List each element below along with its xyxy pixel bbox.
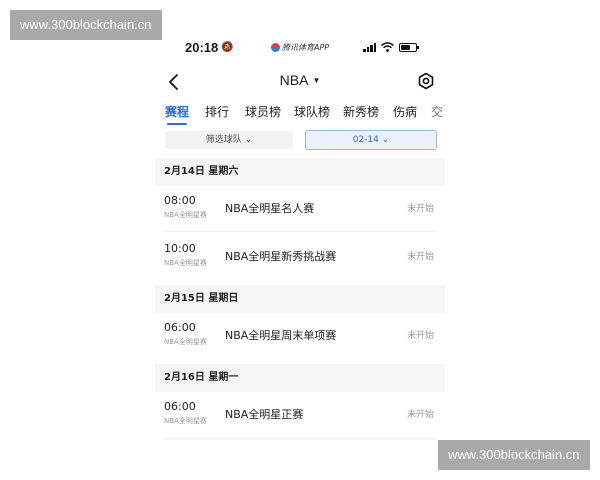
row-divider xyxy=(164,437,436,440)
league-selector[interactable]: NBA ▼ xyxy=(155,72,445,88)
tab-rankings[interactable]: 排行 xyxy=(205,103,229,120)
battery-icon xyxy=(399,43,419,52)
game-time: 06:00 xyxy=(164,321,196,334)
chevron-down-icon: ⌄ xyxy=(244,135,253,145)
nav-bar: NBA ▼ xyxy=(155,68,445,96)
tab-injuries[interactable]: 伤病 xyxy=(393,103,417,120)
game-category: NBA全明星赛 xyxy=(164,211,207,219)
date-header: 2月15日 星期日 xyxy=(155,285,445,313)
team-filter-label: 筛选球队 xyxy=(205,135,242,145)
status-app: 腾讯体育APP xyxy=(271,42,329,53)
bell-muted-icon: 🔕 xyxy=(221,42,234,53)
game-name: NBA全明星周末单项赛 xyxy=(225,329,337,342)
tab-team-stats[interactable]: 球队榜 xyxy=(294,103,330,120)
watermark-bottom: www.300blockchain.cn xyxy=(438,440,590,470)
date-header: 2月14日 星期六 xyxy=(155,158,445,186)
phone-screen: 20:18 🔕 腾讯体育APP NBA ▼ 赛程 排行 球员榜 球队榜 新秀榜 … xyxy=(155,0,445,480)
game-status: 未开始 xyxy=(407,331,435,341)
tab-rookie-stats[interactable]: 新秀榜 xyxy=(343,103,379,120)
tab-player-stats[interactable]: 球员榜 xyxy=(245,103,281,120)
game-category: NBA全明星赛 xyxy=(164,259,207,267)
game-category: NBA全明星赛 xyxy=(164,338,207,346)
game-row[interactable]: 08:00 NBA全明星赛 NBA全明星名人赛 未开始 xyxy=(155,186,445,230)
game-name: NBA全明星正赛 xyxy=(225,408,304,421)
status-bar: 20:18 🔕 腾讯体育APP xyxy=(155,38,445,60)
game-name: NBA全明星新秀挑战赛 xyxy=(225,250,337,263)
status-time: 20:18 xyxy=(185,40,219,55)
game-status: 未开始 xyxy=(407,204,435,214)
page-title: NBA xyxy=(279,72,309,88)
wifi-icon xyxy=(381,42,394,52)
game-time: 06:00 xyxy=(164,400,196,413)
date-header: 2月16日 星期一 xyxy=(155,364,445,392)
game-category: NBA全明星赛 xyxy=(164,417,207,425)
signal-icon xyxy=(363,43,376,52)
row-divider xyxy=(164,231,436,232)
active-tab-indicator xyxy=(167,123,187,125)
game-status: 未开始 xyxy=(407,252,435,262)
team-filter-button[interactable]: 筛选球队 ⌄ xyxy=(165,131,293,149)
chevron-down-icon: ⌄ xyxy=(381,135,390,145)
caret-down-icon: ▼ xyxy=(312,76,321,85)
game-row[interactable]: 06:00 NBA全明星赛 NBA全明星正赛 未开始 xyxy=(155,392,445,436)
tab-more[interactable]: 交 xyxy=(431,103,443,120)
date-filter-label: 02-14 xyxy=(352,135,379,145)
filter-bar: 筛选球队 ⌄ 02-14 ⌄ xyxy=(165,130,437,150)
game-name: NBA全明星名人赛 xyxy=(225,202,315,215)
watermark-top: www.300blockchain.cn xyxy=(10,10,162,40)
game-status: 未开始 xyxy=(407,410,435,420)
game-row[interactable]: 06:00 NBA全明星赛 NBA全明星周末单项赛 未开始 xyxy=(155,313,445,357)
app-logo-icon xyxy=(271,43,280,52)
game-row[interactable]: 10:00 NBA全明星赛 NBA全明星新秀挑战赛 未开始 xyxy=(155,234,445,278)
game-time: 08:00 xyxy=(164,194,196,207)
settings-hex-icon[interactable] xyxy=(417,72,435,90)
status-app-name: 腾讯体育APP xyxy=(282,43,330,52)
date-filter-button[interactable]: 02-14 ⌄ xyxy=(305,130,437,150)
tab-schedule[interactable]: 赛程 xyxy=(165,103,189,120)
game-time: 10:00 xyxy=(164,242,196,255)
